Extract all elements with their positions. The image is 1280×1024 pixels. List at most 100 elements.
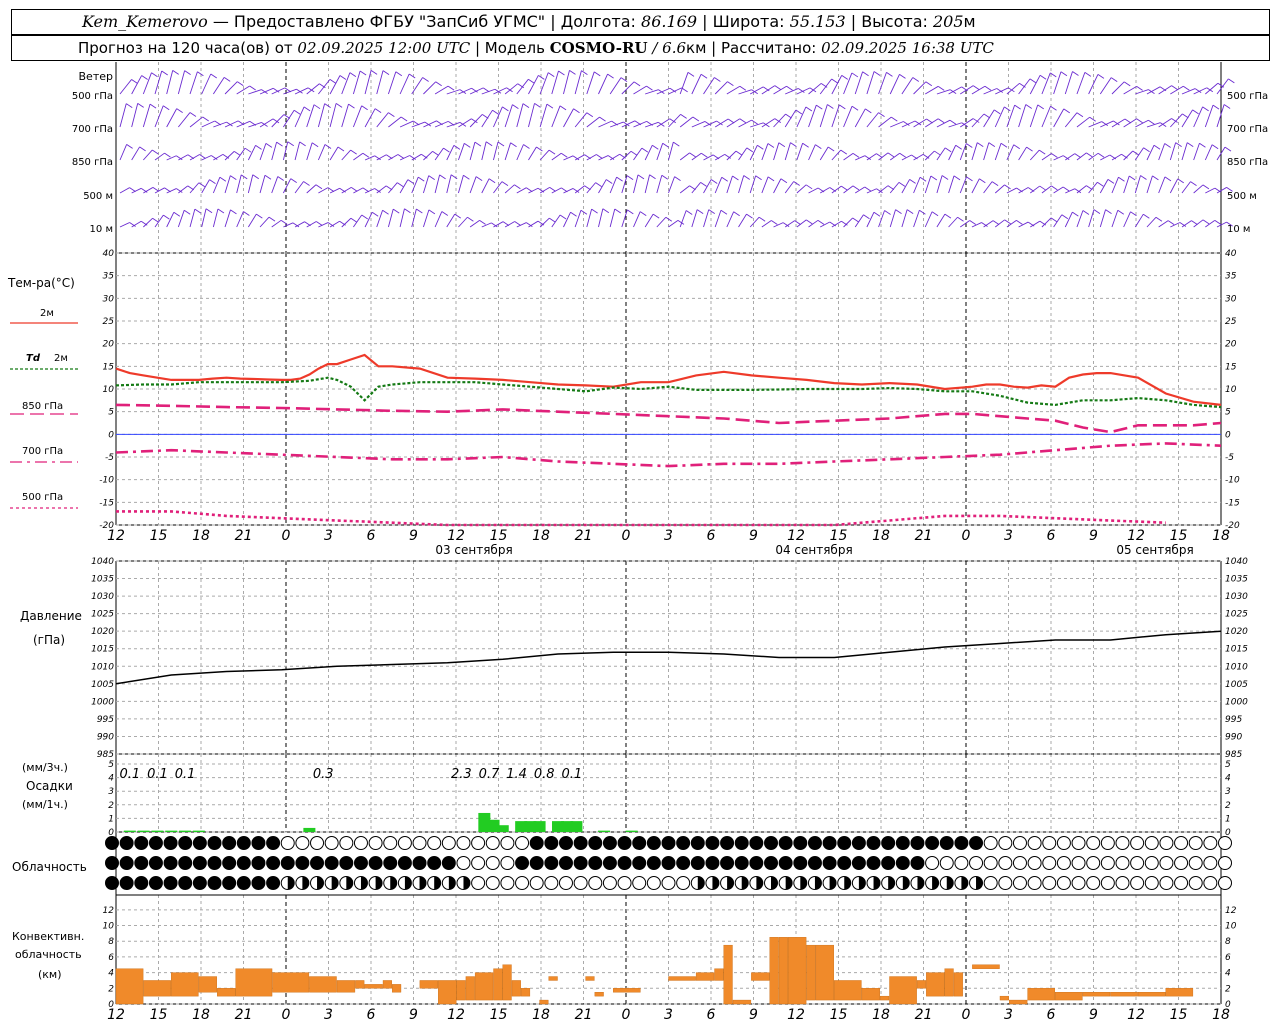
pressure-tick-right: 990 <box>1225 732 1242 742</box>
wind-barb-feather <box>700 182 707 187</box>
wind-barb <box>376 154 387 161</box>
wind-barb <box>294 181 304 194</box>
conv-bar <box>548 976 558 981</box>
wind-barb-feather <box>805 184 813 190</box>
wind-barb <box>773 85 787 95</box>
wind-barb <box>283 88 297 95</box>
wind-barb-feather <box>454 213 462 219</box>
precip-layer: 5 54 43 32 21 10 00.1 0.1 0.1 0.3 2.3 0.7 1.4 0.8 0.1 <box>108 760 1231 838</box>
wind-barb-feather <box>652 213 660 219</box>
cloud-cover-icon <box>998 876 1013 890</box>
precip-unit1: (мм/1ч.) <box>22 798 68 811</box>
wind-barb <box>784 181 795 194</box>
wind-barb <box>399 179 409 194</box>
wind-barb-feather <box>757 144 764 150</box>
cloud-cover-icon <box>163 856 178 870</box>
wind-barb <box>481 109 493 128</box>
conv-bar <box>889 976 917 1005</box>
cloud-cover-icon <box>339 836 354 850</box>
wind-barb <box>166 188 177 194</box>
cloud-cover-icon <box>105 836 119 850</box>
conv-tick-left: 4 <box>108 969 114 979</box>
wind-barb-feather <box>701 152 708 158</box>
wind-barb <box>959 143 967 161</box>
wind-barb-feather <box>559 105 567 111</box>
cloud-cover-icon <box>1056 876 1071 890</box>
wind-barb <box>1065 153 1076 161</box>
cloud-cover-icon <box>588 876 603 890</box>
wind-barb-feather <box>125 103 133 108</box>
cloud-cover-icon <box>1086 876 1101 890</box>
wind-barb <box>1111 210 1119 228</box>
wind-barb <box>633 85 647 95</box>
cloud-cover-half <box>434 876 441 890</box>
wind-barb-feather <box>1097 152 1105 158</box>
time-tick-label: 9 <box>749 528 758 544</box>
conv-bar <box>520 988 531 997</box>
precip-bar <box>598 830 611 832</box>
cloud-cover-icon <box>1144 876 1159 890</box>
cloud-cover-icon <box>1188 876 1203 890</box>
day-label-2: 04 сентября <box>775 543 852 557</box>
conv-tick-right: 4 <box>1225 969 1231 979</box>
temp-tick-right: -20 <box>1225 521 1240 531</box>
wind-barb <box>213 121 227 128</box>
wind-barb <box>645 89 659 95</box>
time-tick-label: 9 <box>749 1007 758 1023</box>
temp-tick-left: -5 <box>105 453 114 463</box>
wind-barb-feather <box>209 179 216 185</box>
wind-barb-feather <box>244 147 252 153</box>
conv-bar <box>511 980 521 997</box>
wind-barb <box>201 208 207 228</box>
cloud-cover-icon <box>251 836 266 850</box>
wind-barb-feather <box>743 175 750 180</box>
wind-barb <box>948 175 955 194</box>
wind-barb-feather <box>605 179 613 184</box>
cloud-cover-half <box>976 876 983 890</box>
conv-bar <box>309 976 337 993</box>
time-tick-label: 6 <box>367 1007 376 1023</box>
cloud-cover-icon <box>441 856 456 870</box>
wind-barb <box>843 72 853 95</box>
wind-barb-feather <box>852 153 860 158</box>
cloud-cover-icon <box>925 856 940 870</box>
conv-bar <box>1110 992 1138 997</box>
cloud-title: Облачность <box>12 860 87 874</box>
conv-bar <box>861 988 880 1001</box>
wind-level-500-r: 500 гПа <box>1227 91 1268 102</box>
temp-tick-left: 5 <box>108 408 114 418</box>
conv-tick-left: 0 <box>108 1000 114 1010</box>
wind-barb <box>948 216 958 228</box>
cloud-cover-icon <box>1071 876 1086 890</box>
wind-barb <box>434 211 443 228</box>
wind-barb-feather <box>1026 146 1033 152</box>
wind-barb-feather <box>878 112 885 117</box>
wind-barb-feather <box>510 142 517 148</box>
wind-level-500: 500 гПа <box>72 91 113 102</box>
cloud-cover-icon <box>500 856 515 870</box>
temp-tick-left: 30 <box>103 294 115 304</box>
cloud-cover-icon <box>778 856 793 870</box>
cloud-cover-icon <box>397 856 412 870</box>
wind-barb-feather <box>189 112 197 117</box>
cloud-cover-half <box>946 876 954 890</box>
wind-barb <box>598 179 607 194</box>
cloud-cover-icon <box>1071 856 1086 870</box>
precip-bar <box>179 830 192 832</box>
time-tick-label: 6 <box>1047 1007 1056 1023</box>
cloud-cover-icon <box>456 856 471 870</box>
wind-barb <box>1041 217 1052 228</box>
cloud-cover-icon <box>807 836 822 850</box>
pressure-tick-right: 1025 <box>1225 610 1248 620</box>
temp-tick-left: 10 <box>103 385 115 395</box>
wind-barb-feather <box>696 209 704 215</box>
wind-barb-feather <box>141 75 148 80</box>
wind-barb-feather <box>339 75 347 80</box>
wind-barb-feather <box>422 77 429 82</box>
wind-barb <box>749 175 757 194</box>
wind-barb <box>189 71 198 95</box>
cloud-cover-icon <box>397 836 412 850</box>
cloud-cover-icon <box>529 856 544 870</box>
wind-barb <box>644 145 653 161</box>
wind-barb-feather <box>1089 116 1096 122</box>
